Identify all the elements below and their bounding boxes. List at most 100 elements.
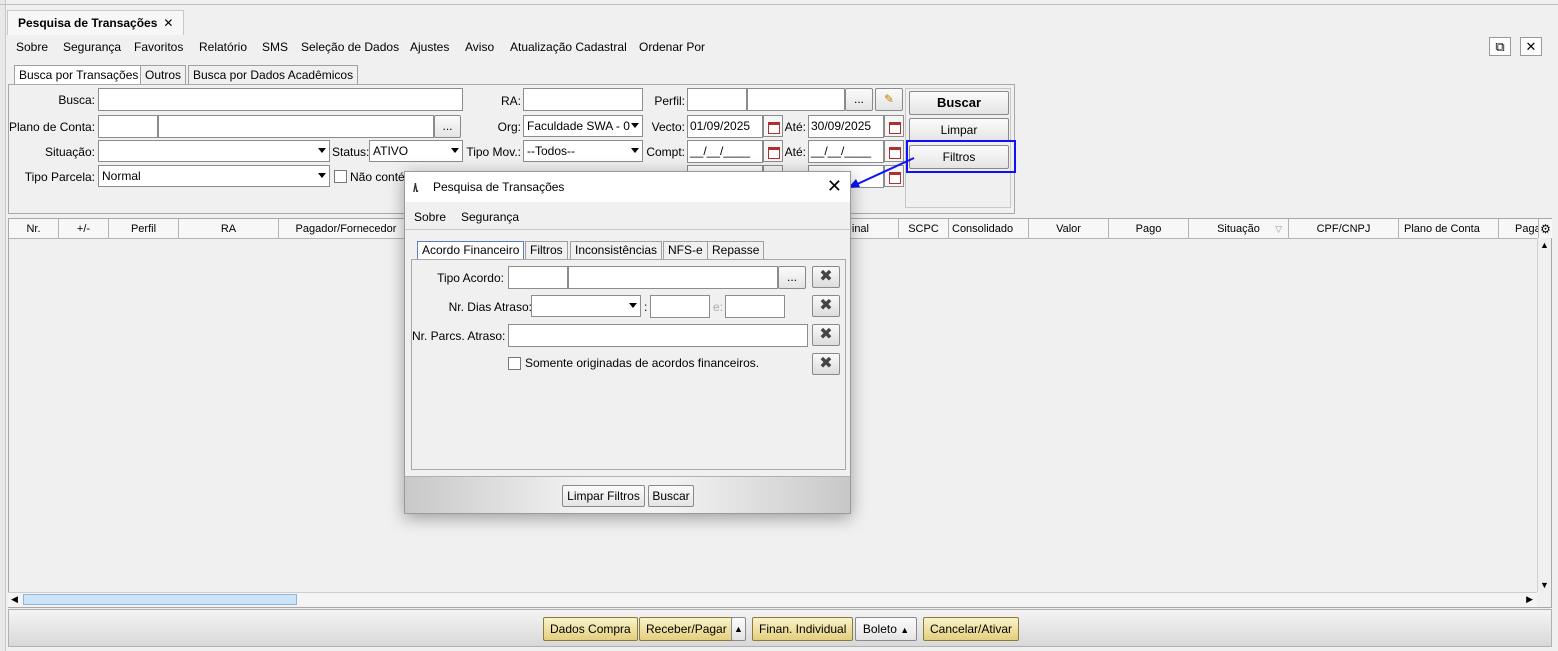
- menu-favoritos[interactable]: Favoritos: [134, 40, 183, 54]
- ra-input[interactable]: [523, 88, 643, 111]
- limpar-button[interactable]: Limpar: [909, 118, 1009, 142]
- tab-filtros[interactable]: Filtros: [525, 241, 568, 259]
- dialog-menu-seguranca[interactable]: Segurança: [461, 210, 519, 224]
- scroll-up-icon[interactable]: ▲: [1540, 240, 1549, 250]
- menu-ajustes[interactable]: Ajustes: [410, 40, 449, 54]
- pencil-icon[interactable]: ✎: [875, 88, 903, 111]
- status-select[interactable]: ATIVO: [369, 140, 463, 162]
- column-plus-minus[interactable]: +/-: [59, 219, 109, 239]
- clear-tipo-acordo-icon[interactable]: ✖: [812, 266, 840, 288]
- vertical-scrollbar[interactable]: ▲ ▼: [1537, 238, 1551, 592]
- column-pagador-fornecedor[interactable]: Pagador/Fornecedor: [279, 219, 414, 239]
- busca-input[interactable]: [98, 88, 463, 111]
- dias-atraso-operator-select[interactable]: [531, 295, 641, 317]
- calendar-icon[interactable]: [763, 115, 783, 137]
- tipo-mov-select[interactable]: --Todos--: [523, 140, 643, 162]
- boleto-button[interactable]: Boleto ▲: [855, 617, 917, 641]
- dias-atraso-to-input[interactable]: [725, 295, 785, 318]
- menu-selecao-de-dados[interactable]: Seleção de Dados: [301, 40, 399, 54]
- receber-pagar-button[interactable]: Receber/Pagar: [639, 617, 734, 641]
- menu-seguranca[interactable]: Segurança: [63, 40, 121, 54]
- situacao-select[interactable]: [98, 140, 330, 162]
- tab-inconsistencias[interactable]: Inconsistências: [570, 241, 663, 259]
- perfil-lookup-button[interactable]: ...: [845, 88, 873, 111]
- popout-icon[interactable]: ⧉: [1489, 37, 1511, 56]
- calendar-icon[interactable]: [763, 140, 783, 162]
- column-pagamento[interactable]: Paga: [1499, 219, 1539, 239]
- dialog-menu-sobre[interactable]: Sobre: [414, 210, 446, 224]
- menu-sms[interactable]: SMS: [262, 40, 288, 54]
- window-close-icon[interactable]: ✕: [1520, 37, 1542, 56]
- compt-from-input[interactable]: __/__/____: [687, 140, 763, 163]
- column-cpf-cnpj[interactable]: CPF/CNPJ: [1289, 219, 1399, 239]
- menu-aviso[interactable]: Aviso: [465, 40, 494, 54]
- menu-atualizacao-cadastral[interactable]: Atualização Cadastral: [510, 40, 627, 54]
- menu-sobre[interactable]: Sobre: [16, 40, 48, 54]
- chevron-down-icon: [318, 173, 326, 178]
- tab-repasse[interactable]: Repasse: [707, 241, 765, 259]
- plano-conta-label: Plano de Conta:: [9, 120, 96, 134]
- dialog-buscar-button[interactable]: Buscar: [648, 485, 694, 507]
- parcs-atraso-input[interactable]: [508, 324, 808, 347]
- vecto-to-input[interactable]: 30/09/2025: [808, 115, 884, 138]
- document-tab-title: Pesquisa de Transações: [18, 16, 158, 30]
- tipo-acordo-lookup-button[interactable]: ...: [778, 266, 806, 289]
- compt-ate-label: Até:: [784, 145, 806, 159]
- scroll-down-icon[interactable]: ▼: [1540, 580, 1549, 590]
- column-ra[interactable]: RA: [179, 219, 279, 239]
- plano-conta-lookup-button[interactable]: ...: [434, 115, 461, 138]
- filtros-highlight-box: [906, 140, 1016, 173]
- receber-pagar-menu-button[interactable]: ▲: [731, 617, 746, 641]
- scroll-left-icon[interactable]: ◀: [11, 594, 18, 605]
- plano-conta-code-input[interactable]: [98, 115, 158, 138]
- status-label: Status:: [332, 145, 370, 159]
- annotation-arrow-line: [852, 157, 915, 187]
- gear-icon[interactable]: ⚙: [1539, 219, 1552, 239]
- clear-parcs-atraso-icon[interactable]: ✖: [812, 324, 840, 346]
- nao-contem-checkbox[interactable]: [334, 170, 347, 183]
- dialog-title-bar[interactable]: /\. Pesquisa de Transações ✕: [405, 172, 850, 202]
- column-nr[interactable]: Nr.: [9, 219, 59, 239]
- perfil-desc-input[interactable]: [747, 88, 845, 111]
- tipo-parcela-select[interactable]: Normal: [98, 165, 330, 187]
- tab-acordo-financeiro[interactable]: Acordo Financeiro: [417, 241, 525, 260]
- scroll-right-icon[interactable]: ▶: [1526, 594, 1533, 605]
- column-pago[interactable]: Pago: [1109, 219, 1189, 239]
- filter-icon[interactable]: ▽: [1275, 219, 1282, 238]
- chevron-up-icon: ▲: [734, 624, 743, 634]
- limpar-filtros-button[interactable]: Limpar Filtros: [562, 485, 645, 507]
- finan-individual-button[interactable]: Finan. Individual: [752, 617, 854, 641]
- close-tab-icon[interactable]: ✕: [163, 16, 173, 30]
- dados-compra-button[interactable]: Dados Compra: [543, 617, 638, 641]
- dialog-close-icon[interactable]: ✕: [827, 176, 842, 197]
- cancelar-ativar-button[interactable]: Cancelar/Ativar: [923, 617, 1020, 641]
- perfil-code-input[interactable]: [687, 88, 747, 111]
- annotation-arrow: [848, 157, 915, 188]
- somente-originadas-checkbox[interactable]: [508, 357, 521, 370]
- document-tab[interactable]: Pesquisa de Transações ✕: [7, 10, 185, 35]
- column-plano-de-conta[interactable]: Plano de Conta: [1399, 219, 1499, 239]
- clear-dias-atraso-icon[interactable]: ✖: [812, 295, 840, 317]
- horizontal-scrollbar[interactable]: ◀ ▶: [8, 592, 1537, 607]
- buscar-button[interactable]: Buscar: [909, 91, 1009, 115]
- menu-relatorio[interactable]: Relatório: [199, 40, 247, 54]
- calendar-icon[interactable]: [884, 115, 904, 137]
- column-perfil[interactable]: Perfil: [109, 219, 179, 239]
- tab-busca-por-transacoes[interactable]: Busca por Transações: [14, 65, 144, 85]
- tab-outros[interactable]: Outros: [140, 65, 187, 84]
- menu-ordenar-por[interactable]: Ordenar Por: [639, 40, 705, 54]
- tipo-acordo-desc-input[interactable]: [568, 266, 778, 289]
- dias-atraso-from-input[interactable]: [650, 295, 710, 318]
- org-select[interactable]: Faculdade SWA - 0: [523, 115, 643, 137]
- column-valor[interactable]: Valor: [1029, 219, 1109, 239]
- column-scpc[interactable]: SCPC: [899, 219, 949, 239]
- clear-somente-originadas-icon[interactable]: ✖: [812, 353, 840, 375]
- tipo-acordo-code-input[interactable]: [508, 266, 568, 289]
- column-situacao[interactable]: Situação ▽: [1189, 219, 1289, 239]
- plano-conta-desc-input[interactable]: [158, 115, 434, 138]
- scroll-thumb[interactable]: [23, 594, 297, 605]
- column-consolidado[interactable]: Consolidado: [949, 219, 1029, 239]
- vecto-from-input[interactable]: 01/09/2025: [687, 115, 763, 138]
- tab-nfs-e[interactable]: NFS-e: [663, 241, 708, 259]
- tab-busca-dados-academicos[interactable]: Busca por Dados Acadêmicos: [188, 65, 359, 84]
